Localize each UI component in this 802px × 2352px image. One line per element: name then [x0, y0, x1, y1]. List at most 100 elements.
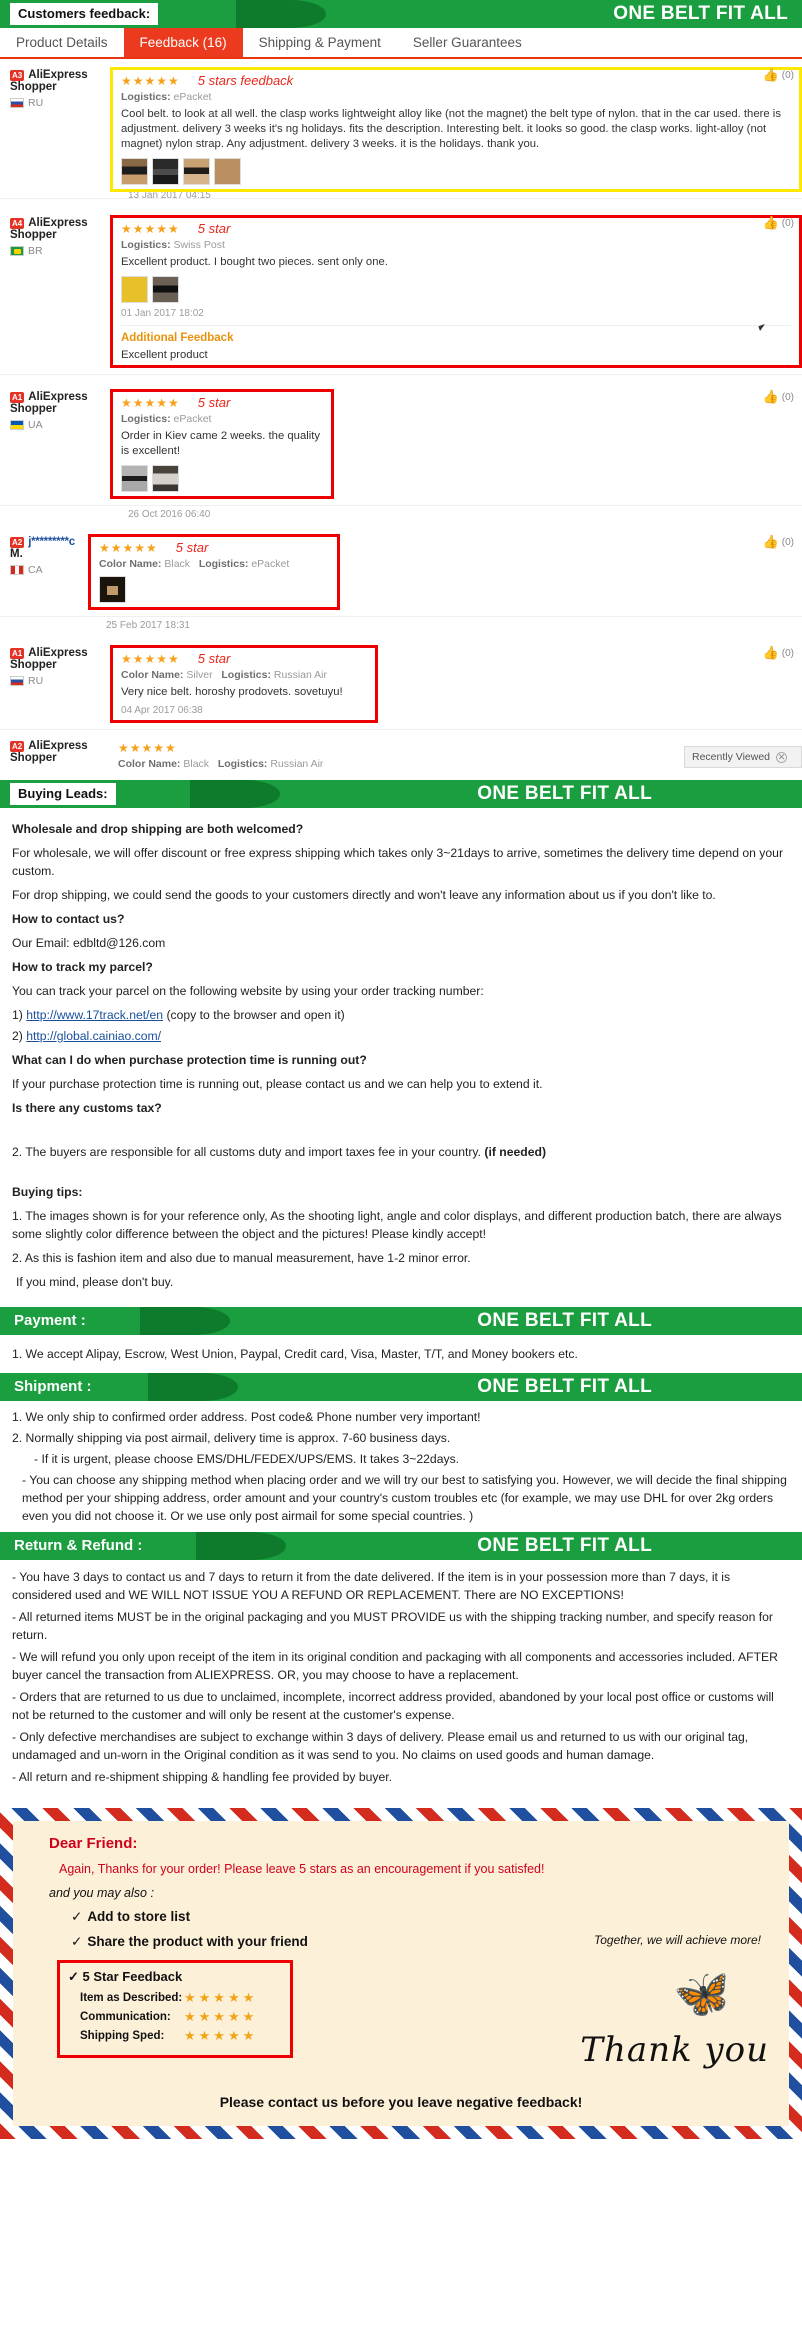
helpful-control[interactable]: 👍 (0): [763, 389, 794, 405]
thumbs-up-icon[interactable]: 👍: [763, 389, 779, 405]
faq-answer-protection: If your purchase protection time is runn…: [12, 1077, 543, 1091]
color-label: Color Name:: [121, 669, 184, 681]
banner-label: Customers feedback:: [10, 3, 159, 25]
reviewer-info: A1 AliExpress Shopper UA: [0, 389, 110, 499]
page-root: Customers feedback: ONE BELT FIT ALL Pro…: [0, 0, 802, 2139]
review-photo[interactable]: [152, 276, 179, 303]
tracking-link-cainiao[interactable]: http://global.cainiao.com/: [26, 1029, 161, 1043]
feedback-row: A3 AliExpress Shopper RU ★★★★★ 5 stars f…: [0, 59, 802, 199]
logistics-label: Logistics:: [121, 239, 171, 251]
banner-arrow-shape: [148, 1373, 238, 1401]
refund-line-1: - You have 3 days to contact us and 7 da…: [12, 1570, 731, 1602]
reviewer-level-badge: A2: [10, 536, 25, 548]
shipment-content: 1. We only ship to confirmed order addre…: [0, 1401, 802, 1532]
rating-guide-label: 5 Star Feedback: [82, 1969, 183, 1984]
feedback-text: Order in Kiev came 2 weeks. the quality …: [121, 430, 321, 457]
thankyou-together-note: Together, we will achieve more!: [594, 1933, 761, 1947]
buying-tip-3: If you mind, please don't buy.: [16, 1275, 174, 1289]
reviewer-info: A2 AliExpress Shopper: [0, 738, 110, 774]
shipment-line-3: - If it is urgent, please choose EMS/DHL…: [34, 1452, 460, 1466]
helpful-control[interactable]: 👍 (0): [763, 67, 794, 83]
color-label: Color Name:: [99, 558, 162, 570]
reviewer-info: A4 AliExpress Shopper BR: [0, 215, 110, 368]
rating-stars: ★★★★★: [184, 1990, 258, 2005]
review-photo[interactable]: [121, 465, 148, 492]
rating-stars: ★★★★★: [184, 2028, 258, 2043]
reviewer-name-line2: Shopper: [10, 81, 57, 93]
banner-slogan: ONE BELT FIT ALL: [477, 1310, 652, 1331]
reviewer-name: AliExpress: [28, 391, 88, 403]
tab-seller-guarantees[interactable]: Seller Guarantees: [397, 28, 538, 57]
thumbs-up-icon[interactable]: 👍: [763, 67, 779, 83]
review-photo[interactable]: [152, 158, 179, 185]
check-icon: ✓: [68, 1969, 79, 1984]
reviewer-country: BR: [28, 245, 43, 257]
airmail-envelope: Dear Friend: Again, Thanks for your orde…: [0, 1808, 802, 2139]
faq-question-track: How to track my parcel?: [12, 960, 153, 974]
shipment-line-2: 2. Normally shipping via post airmail, d…: [12, 1431, 451, 1445]
rating-row-shipping-speed: Shipping Sped: ★★★★★: [80, 2028, 282, 2044]
refund-line-6: - All return and re-shipment shipping & …: [12, 1770, 393, 1784]
rating-stars: ★★★★★: [184, 2009, 258, 2024]
review-photo[interactable]: [99, 576, 126, 603]
feedback-meta: Color Name: Black Logistics: ePacket: [99, 558, 329, 570]
review-photo[interactable]: [214, 158, 241, 185]
reviewer-name-line2: Shopper: [10, 229, 57, 241]
helpful-control[interactable]: 👍 (0): [763, 215, 794, 231]
thankyou-script-text: Thank you: [580, 2030, 769, 2070]
helpful-control[interactable]: 👍 (0): [763, 534, 794, 550]
banner-payment: Payment : ONE BELT FIT ALL: [0, 1307, 802, 1335]
rating-guide-title: ✓ 5 Star Feedback: [68, 1969, 282, 1985]
refund-line-5: - Only defective merchandises are subjec…: [12, 1730, 749, 1762]
feedback-text: Very nice belt. horoshy prodovets. sovet…: [121, 686, 343, 698]
reviewer-name: AliExpress: [28, 69, 88, 81]
helpful-count: (0): [781, 536, 794, 548]
rating-label: Item as Described:: [80, 1992, 183, 2004]
payment-methods: 1. We accept Alipay, Escrow, West Union,…: [12, 1347, 578, 1361]
reviewer-name: AliExpress: [28, 740, 88, 752]
feedback-meta: Logistics: ePacket: [121, 413, 323, 425]
reviewer-country: UA: [28, 419, 43, 431]
rating-stars: ★★★★★: [99, 540, 158, 555]
thumbs-up-icon[interactable]: 👍: [763, 534, 779, 550]
reviewer-name: j*********c: [28, 536, 75, 548]
tab-product-details[interactable]: Product Details: [0, 28, 124, 57]
recently-viewed-widget[interactable]: Recently Viewed ✕: [684, 746, 802, 768]
reviewer-country: RU: [28, 675, 44, 687]
feedback-row: A1 AliExpress Shopper UA ★★★★★ 5 star Lo…: [0, 381, 802, 506]
banner-arrow-shape: [196, 1532, 286, 1560]
feedback-body: ★★★★★ 5 star Logistics: ePacket Order in…: [110, 389, 334, 499]
tab-shipping-payment[interactable]: Shipping & Payment: [243, 28, 397, 57]
thumbs-up-icon[interactable]: 👍: [763, 215, 779, 231]
color-value: Black: [183, 758, 210, 770]
thankyou-action-add-store: ✓ Add to store list: [71, 1909, 771, 1925]
reviewer-name-line2: Shopper: [10, 659, 57, 671]
thank-you-card: Dear Friend: Again, Thanks for your orde…: [0, 1808, 802, 2139]
banner-label: Shipment :: [14, 1378, 92, 1395]
feedback-meta: Logistics: ePacket: [121, 91, 791, 103]
close-icon[interactable]: ✕: [776, 751, 788, 763]
review-photo[interactable]: [152, 465, 179, 492]
review-photo[interactable]: [121, 276, 148, 303]
additional-feedback: Additional Feedback Excellent product: [121, 325, 791, 361]
feedback-date: 01 Jan 2017 18:02: [121, 308, 204, 319]
flag-icon-ru: [10, 98, 24, 108]
feedback-meta: Color Name: Silver Logistics: Russian Ai…: [121, 669, 367, 681]
flag-icon-ua: [10, 420, 24, 430]
review-photo[interactable]: [183, 158, 210, 185]
butterfly-icon: 🦋: [670, 1964, 735, 2024]
logistics-value: ePacket: [173, 413, 212, 425]
faq-answer-dropship: For drop shipping, we could send the goo…: [12, 888, 716, 902]
shipment-line-4: - You can choose any shipping method whe…: [22, 1473, 787, 1523]
thumbs-up-icon[interactable]: 👍: [763, 645, 779, 661]
logistics-label: Logistics:: [121, 91, 171, 103]
review-photo[interactable]: [121, 158, 148, 185]
tab-feedback[interactable]: Feedback (16): [123, 28, 243, 57]
color-value: Black: [164, 558, 191, 570]
flag-icon-ru: [10, 676, 24, 686]
banner-label: Buying Leads:: [10, 783, 116, 805]
feedback-list: A3 AliExpress Shopper RU ★★★★★ 5 stars f…: [0, 59, 802, 780]
tracking-link-17track[interactable]: http://www.17track.net/en: [26, 1008, 163, 1022]
helpful-control[interactable]: 👍 (0): [763, 645, 794, 661]
thankyou-also: and you may also :: [49, 1886, 154, 1900]
